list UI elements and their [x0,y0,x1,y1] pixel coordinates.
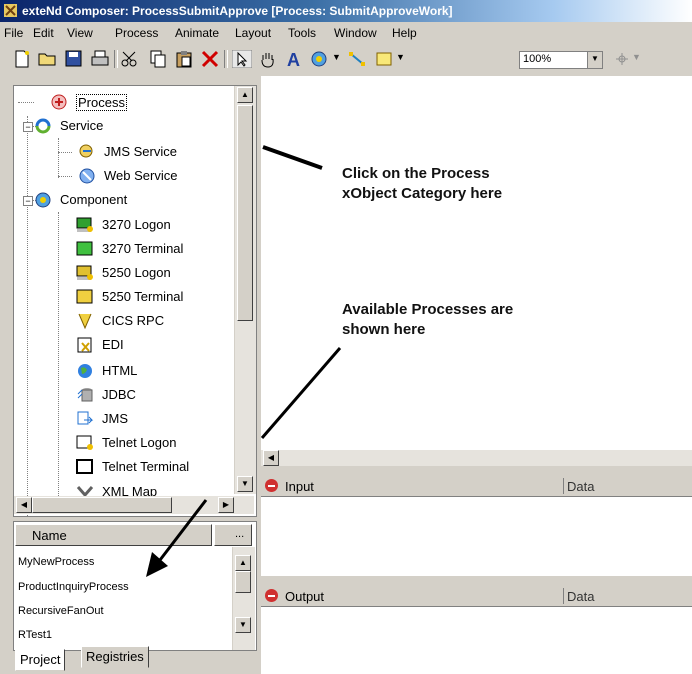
pointer-line [262,145,323,170]
annotation-arrows [146,145,342,577]
pointer-line [260,347,342,439]
pointer-arrow [158,499,208,561]
